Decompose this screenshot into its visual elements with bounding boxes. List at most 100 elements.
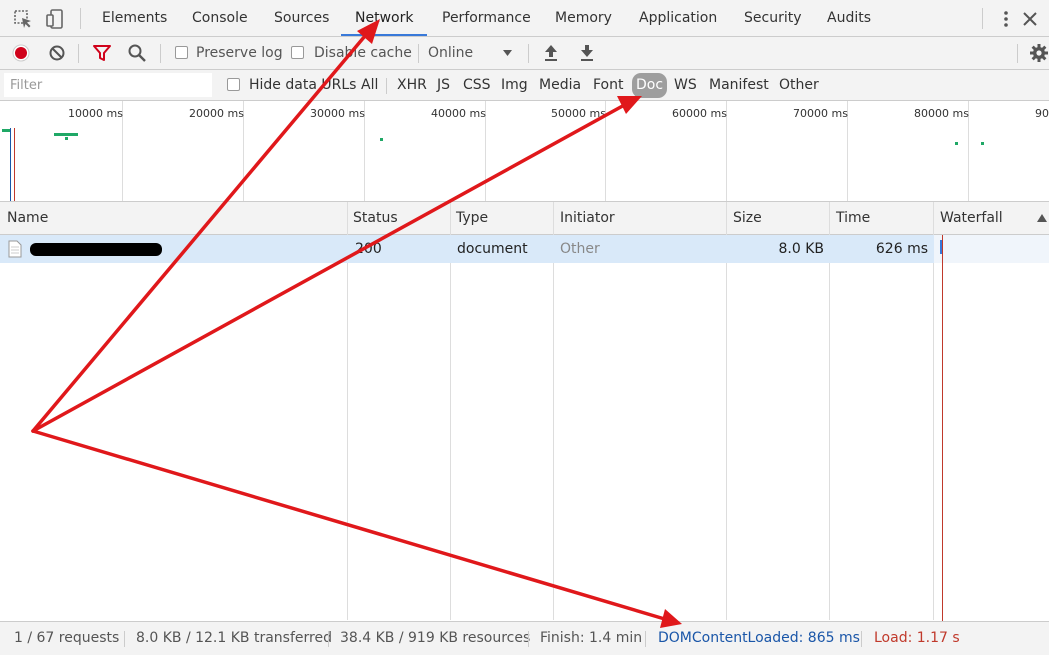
overview-request-bar <box>54 133 78 136</box>
dropdown-arrow-icon <box>503 50 512 56</box>
status-divider <box>861 631 862 647</box>
column-divider[interactable] <box>553 202 554 620</box>
annotation-arrow-dom-content-loaded <box>31 429 670 622</box>
filter-type-ws[interactable]: WS <box>674 70 697 101</box>
cell-status: 200 <box>355 241 382 257</box>
hide-data-urls-label: Hide data URLs <box>249 77 357 93</box>
device-toggle-icon[interactable] <box>44 8 66 30</box>
filter-type-other[interactable]: Other <box>779 70 819 101</box>
close-icon[interactable] <box>1019 8 1041 30</box>
filter-input[interactable] <box>4 73 212 97</box>
status-load: Load: 1.17 s <box>874 630 960 646</box>
overview-request-bar <box>955 142 958 145</box>
toolbar-divider <box>528 44 529 63</box>
upload-icon[interactable] <box>542 43 560 63</box>
requests-table-header: Name Status Type Initiator Size Time Wat… <box>0 202 1049 235</box>
document-icon <box>8 240 22 258</box>
throttling-select[interactable]: Online <box>428 37 473 69</box>
status-divider <box>528 631 529 647</box>
status-divider <box>328 631 329 647</box>
status-divider <box>124 631 125 647</box>
tab-sources[interactable]: Sources <box>274 0 329 36</box>
redacted-request-name <box>30 243 162 256</box>
overview-tick-label: 90 <box>1035 107 1049 120</box>
load-marker <box>14 128 15 201</box>
overview-tick-label: 40000 ms <box>431 107 486 120</box>
gear-icon[interactable] <box>1029 43 1049 63</box>
column-header-waterfall[interactable]: Waterfall <box>940 202 1003 234</box>
toolbar-divider <box>160 44 161 63</box>
filter-type-css[interactable]: CSS <box>463 70 491 101</box>
waterfall-row-cell <box>934 235 1049 263</box>
column-divider[interactable] <box>829 202 830 620</box>
cell-type: document <box>457 241 528 257</box>
filter-type-font[interactable]: Font <box>593 70 623 101</box>
tab-application[interactable]: Application <box>639 0 717 36</box>
status-requests: 1 / 67 requests <box>14 630 120 646</box>
tab-network[interactable]: Network <box>340 0 429 36</box>
column-header-type[interactable]: Type <box>456 202 488 234</box>
column-divider[interactable] <box>933 202 934 620</box>
cell-time: 626 ms <box>875 241 928 257</box>
toolbar-divider <box>982 8 983 29</box>
overview-request-bar <box>65 137 68 140</box>
record-icon[interactable] <box>11 43 31 63</box>
filter-type-media[interactable]: Media <box>539 70 581 101</box>
filter-type-img[interactable]: Img <box>501 70 528 101</box>
overview-tick-label: 50000 ms <box>551 107 606 120</box>
column-header-size[interactable]: Size <box>733 202 762 234</box>
column-header-time[interactable]: Time <box>836 202 870 234</box>
disable-cache-label: Disable cache <box>314 45 412 61</box>
select-element-icon[interactable] <box>12 8 34 30</box>
status-transferred: 8.0 KB / 12.1 KB transferred <box>136 630 332 646</box>
column-divider[interactable] <box>347 202 348 620</box>
column-header-initiator[interactable]: Initiator <box>560 202 615 234</box>
overview-request-bar <box>2 129 10 132</box>
network-status-bar: 1 / 67 requests 8.0 KB / 12.1 KB transfe… <box>0 621 1049 655</box>
overview-tick-label: 30000 ms <box>310 107 365 120</box>
overview-tick-label: 80000 ms <box>914 107 969 120</box>
disable-cache-checkbox[interactable] <box>291 46 304 59</box>
toolbar-divider <box>78 44 79 63</box>
overview-tick-label: 10000 ms <box>68 107 123 120</box>
filter-type-xhr[interactable]: XHR <box>397 70 427 101</box>
tab-memory[interactable]: Memory <box>555 0 612 36</box>
column-divider[interactable] <box>726 202 727 620</box>
column-header-status[interactable]: Status <box>353 202 398 234</box>
network-overview[interactable]: 10000 ms 20000 ms 30000 ms 40000 ms 5000… <box>0 101 1049 202</box>
filter-type-all[interactable]: All <box>361 70 378 101</box>
column-header-name[interactable]: Name <box>7 202 48 234</box>
overview-tick-label: 70000 ms <box>793 107 848 120</box>
filter-type-js[interactable]: JS <box>437 70 450 101</box>
filter-type-doc[interactable]: Doc <box>632 73 668 98</box>
tab-audits[interactable]: Audits <box>827 0 871 36</box>
filter-type-manifest[interactable]: Manifest <box>709 70 769 101</box>
overview-tick-label: 60000 ms <box>672 107 727 120</box>
toolbar-divider <box>80 8 81 29</box>
download-icon[interactable] <box>578 43 596 63</box>
sort-ascending-icon[interactable] <box>1036 213 1048 223</box>
column-divider[interactable] <box>450 202 451 620</box>
search-icon[interactable] <box>127 43 147 63</box>
tab-performance[interactable]: Performance <box>442 0 531 36</box>
toolbar-divider <box>418 44 419 63</box>
table-row[interactable]: 200 document Other 8.0 KB 626 ms <box>0 235 934 263</box>
network-toolbar: Preserve log Disable cache Online <box>0 37 1049 70</box>
filter-icon[interactable] <box>92 43 112 63</box>
overview-request-bar <box>380 138 383 141</box>
filter-divider <box>386 78 387 94</box>
status-divider <box>645 631 646 647</box>
waterfall-load-line <box>942 235 943 621</box>
dom-content-loaded-marker <box>10 128 11 201</box>
preserve-log-checkbox[interactable] <box>175 46 188 59</box>
clear-icon[interactable] <box>47 43 67 63</box>
status-finish: Finish: 1.4 min <box>540 630 643 646</box>
tab-console[interactable]: Console <box>192 0 248 36</box>
tab-security[interactable]: Security <box>744 0 802 36</box>
cell-initiator: Other <box>560 241 600 257</box>
hide-data-urls-checkbox[interactable] <box>227 78 240 91</box>
preserve-log-label: Preserve log <box>196 45 283 61</box>
more-vert-icon[interactable] <box>995 8 1017 30</box>
tab-elements[interactable]: Elements <box>102 0 167 36</box>
cell-size: 8.0 KB <box>778 241 825 257</box>
